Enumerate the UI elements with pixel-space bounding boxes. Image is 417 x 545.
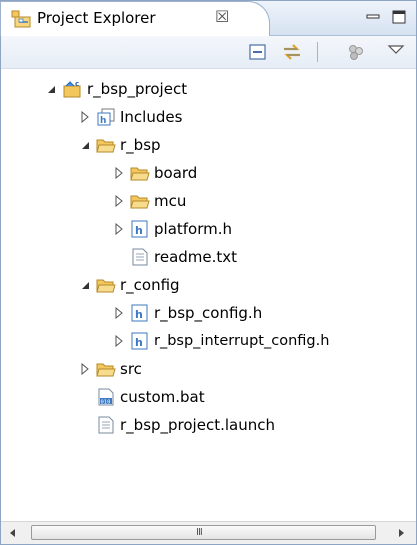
view-tab-bar: Project Explorer ☒: [0, 1, 416, 36]
svg-text:h: h: [135, 308, 143, 321]
folder-icon: [96, 363, 116, 377]
tree-node-platform-h[interactable]: h platform.h: [1, 217, 401, 241]
maximize-icon[interactable]: [391, 10, 407, 24]
link-with-editor-icon[interactable]: [281, 42, 303, 62]
svg-text:c: c: [75, 80, 79, 88]
tree-node-label: r_bsp_interrupt_config.h: [154, 333, 330, 349]
header-file-icon: h: [131, 304, 148, 322]
collapsed-twisty-icon[interactable]: [113, 223, 125, 235]
scroll-right-icon[interactable]: [395, 527, 407, 539]
collapsed-twisty-icon[interactable]: [113, 307, 125, 319]
project-explorer-icon: [11, 10, 31, 28]
svg-text:010: 010: [101, 400, 111, 406]
header-file-icon: h: [131, 220, 148, 238]
tree-node-label: r_bsp: [120, 136, 161, 154]
scroll-thumb[interactable]: III: [31, 525, 376, 540]
scroll-left-icon[interactable]: [7, 527, 19, 539]
includes-icon: h: [97, 108, 115, 126]
close-icon[interactable]: ☒: [215, 7, 229, 26]
collapsed-twisty-icon[interactable]: [113, 167, 125, 179]
tree-node-label: r_bsp_config.h: [154, 304, 263, 322]
text-file-icon: [98, 416, 114, 434]
scroll-grip: III: [196, 527, 203, 538]
tree-node-label: r_bsp_project: [87, 80, 188, 98]
focus-icon[interactable]: [345, 42, 367, 62]
tree-node-label: board: [154, 164, 198, 182]
horizontal-scrollbar[interactable]: III: [1, 521, 416, 544]
toolbar-separator: [317, 42, 318, 62]
tree-node-readme-txt[interactable]: readme.txt: [1, 245, 401, 269]
tree-node-label: r_bsp_project.launch: [120, 416, 275, 434]
folder-icon: [96, 139, 116, 153]
tree-node-label: readme.txt: [154, 248, 238, 266]
tree-node-label: Includes: [120, 108, 183, 126]
batch-file-icon: 010: [98, 388, 114, 406]
tree-node-r-config[interactable]: r_config: [1, 273, 401, 297]
tab-project-explorer[interactable]: Project Explorer ☒: [0, 1, 270, 36]
tree-node-src[interactable]: src: [1, 357, 401, 381]
svg-text:h: h: [135, 336, 143, 349]
folder-icon: [130, 195, 150, 209]
collapse-all-icon[interactable]: [247, 42, 269, 62]
tree-node-r-bsp[interactable]: r_bsp: [1, 133, 401, 157]
tree-node-custom-bat[interactable]: 010 custom.bat: [1, 385, 401, 409]
expanded-twisty-icon[interactable]: [45, 83, 57, 95]
minimize-icon[interactable]: [365, 10, 381, 24]
tree-node-mcu[interactable]: mcu: [1, 189, 401, 213]
text-file-icon: [132, 248, 148, 266]
c-project-icon: c: [63, 80, 81, 98]
expanded-twisty-icon[interactable]: [79, 279, 91, 291]
tree-node-r-bsp-interrupt-config-h[interactable]: h r_bsp_interrupt_config.h: [1, 329, 415, 353]
project-tree: c r_bsp_project h Includes r_bsp board m…: [1, 69, 416, 509]
expanded-twisty-icon[interactable]: [79, 139, 91, 151]
view-menu-icon[interactable]: [385, 40, 407, 60]
tree-node-label: platform.h: [154, 220, 233, 238]
collapsed-twisty-icon[interactable]: [113, 335, 125, 347]
tree-node-label: mcu: [154, 192, 187, 210]
view-title: Project Explorer: [37, 9, 156, 27]
tree-node-board[interactable]: board: [1, 161, 401, 185]
collapsed-twisty-icon[interactable]: [113, 195, 125, 207]
svg-text:h: h: [135, 224, 143, 237]
tree-node-r-bsp-project[interactable]: c r_bsp_project: [1, 77, 401, 101]
folder-icon: [130, 167, 150, 181]
tree-node-r-bsp-project-launch[interactable]: r_bsp_project.launch: [1, 413, 401, 437]
tree-node-label: src: [120, 360, 142, 378]
svg-text:h: h: [100, 116, 106, 126]
tree-node-includes[interactable]: h Includes: [1, 105, 401, 129]
tree-node-label: custom.bat: [120, 388, 205, 406]
collapsed-twisty-icon[interactable]: [79, 363, 91, 375]
tree-node-label: r_config: [120, 276, 180, 294]
tree-node-r-bsp-config-h[interactable]: h r_bsp_config.h: [1, 301, 401, 325]
collapsed-twisty-icon[interactable]: [79, 111, 91, 123]
folder-icon: [96, 279, 116, 293]
header-file-icon: h: [131, 332, 148, 350]
project-explorer-view: Project Explorer ☒ c r_bsp_project h Inc…: [0, 0, 417, 545]
view-toolbar: [1, 36, 416, 69]
